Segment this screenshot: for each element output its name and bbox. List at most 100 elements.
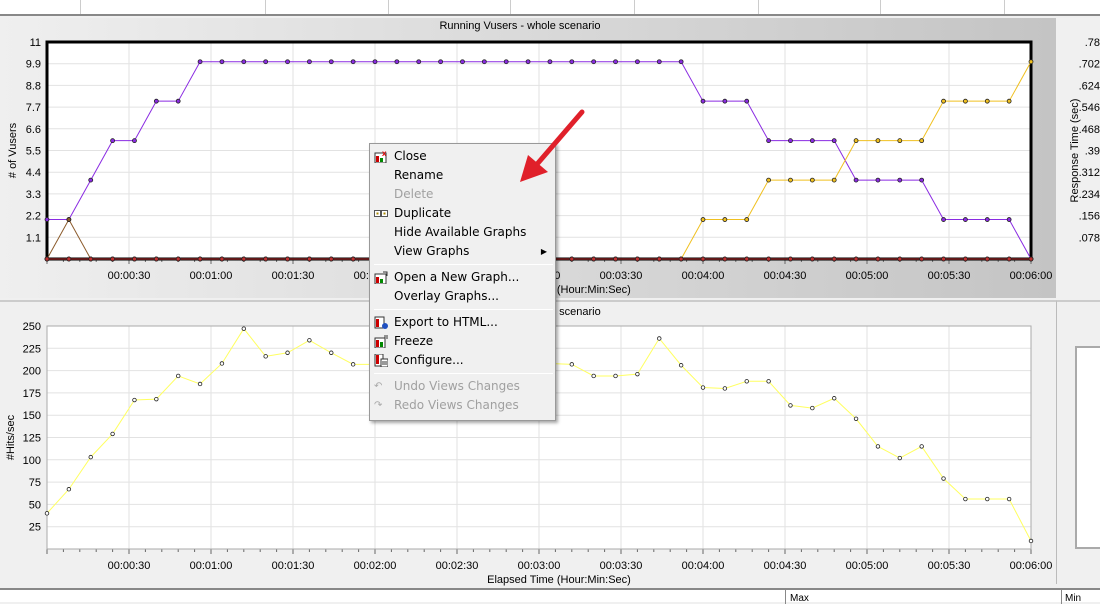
freeze-icon [374,335,388,349]
data-point [919,177,925,183]
data-point [963,256,968,262]
data-point [766,379,771,384]
data-point [678,59,684,65]
y-tick-label: 5.5 [26,146,41,158]
data-point [613,373,618,379]
x-tick-label: 00:04:00 [682,560,725,572]
data-point [984,256,990,262]
y-tick-label: 6.6 [26,124,41,136]
menu-item-duplicate[interactable]: Duplicate [370,204,555,223]
data-point [831,256,837,262]
data-point [985,496,990,502]
data-point [154,396,159,402]
data-point [66,256,72,262]
x-tick-label: 00:00:30 [108,270,151,282]
x-tick-label: 00:05:30 [928,270,971,282]
data-point [394,59,400,65]
y-tick-label: 2.2 [26,211,41,223]
y-axis-label: #Hits/sec [5,414,17,460]
menu-item-freeze[interactable]: Freeze [370,332,555,351]
y-tick-label: 50 [29,499,41,511]
x-tick-label: 00:03:00 [518,560,561,572]
data-point [897,256,903,262]
x-tick-label: 00:05:00 [846,560,889,572]
data-point [569,59,575,65]
data-point [219,59,225,65]
menu-separator [374,373,553,374]
data-point [1006,217,1012,222]
data-point [88,256,94,262]
data-point [175,98,181,104]
data-point [963,98,968,104]
data-point [809,177,815,183]
data-point [110,256,115,262]
data-point [285,59,290,65]
data-point [919,444,924,449]
y-tick-label: 225 [23,343,41,355]
y-tick-label: 150 [23,410,41,422]
data-point [153,98,159,104]
y-tick-label: 11 [30,37,41,49]
data-point [722,256,728,262]
data-point [941,256,946,262]
y-right-tick-label: .312 [1079,167,1100,179]
data-point [591,373,596,379]
menu-item-view-graphs[interactable]: View Graphs ▶ [370,242,555,261]
data-point [678,363,684,368]
data-point [875,138,881,144]
data-point [503,59,509,65]
data-point [897,177,903,183]
data-point [44,511,50,516]
data-point [1028,256,1034,262]
data-point [810,405,815,411]
y-right-tick-label: .702 [1079,59,1100,71]
menu-item-configure[interactable]: Configure... [370,351,555,370]
menu-label: Open a New Graph... [394,270,520,284]
data-point [175,256,181,262]
header-max[interactable]: Max [790,593,809,604]
x-tick-label: 00:02:30 [436,560,479,572]
y-tick-label: 250 [23,321,41,333]
data-point [175,373,181,379]
menu-item-open-new-graph[interactable]: Open a New Graph... [370,268,555,287]
menu-item-hide-available-graphs[interactable]: Hide Available Graphs [370,223,555,242]
data-point [350,362,356,367]
x-tick-label: 00:03:30 [600,270,643,282]
menu-label: Redo Views Changes [394,398,519,412]
data-point [1006,256,1012,262]
data-point [110,138,115,144]
menu-separator [374,309,553,310]
svg-text:x: x [382,150,387,158]
data-point [963,217,968,222]
data-point [919,256,925,262]
data-point [350,59,356,65]
data-point [941,98,946,104]
y-tick-label: 25 [29,522,41,534]
data-point [635,256,640,262]
data-point [110,431,115,437]
data-point [831,177,837,183]
data-point [153,256,159,262]
menu-label: Configure... [394,353,464,367]
data-point [66,217,72,222]
header-min[interactable]: Min [1065,593,1081,604]
y-right-axis-label: Response Time (sec) [1069,99,1081,203]
data-point [328,256,334,262]
data-point [241,256,247,262]
x-tick-label: 00:05:30 [928,560,971,572]
y-right-tick-label: .624 [1079,80,1100,92]
x-tick-label: 00:02:00 [354,560,397,572]
data-point [875,177,881,183]
data-point [219,361,225,366]
data-point [263,354,268,359]
data-point [306,59,312,65]
data-point [88,177,94,183]
menu-label: Delete [394,187,434,201]
data-point [438,59,444,65]
menu-item-export-html[interactable]: Export to HTML... [370,313,555,332]
data-point [613,256,618,262]
menu-item-overlay-graphs[interactable]: Overlay Graphs... [370,287,555,306]
menu-label: Overlay Graphs... [394,289,499,303]
x-tick-label: 00:01:00 [190,270,233,282]
y-right-tick-label: .78 [1085,37,1100,49]
